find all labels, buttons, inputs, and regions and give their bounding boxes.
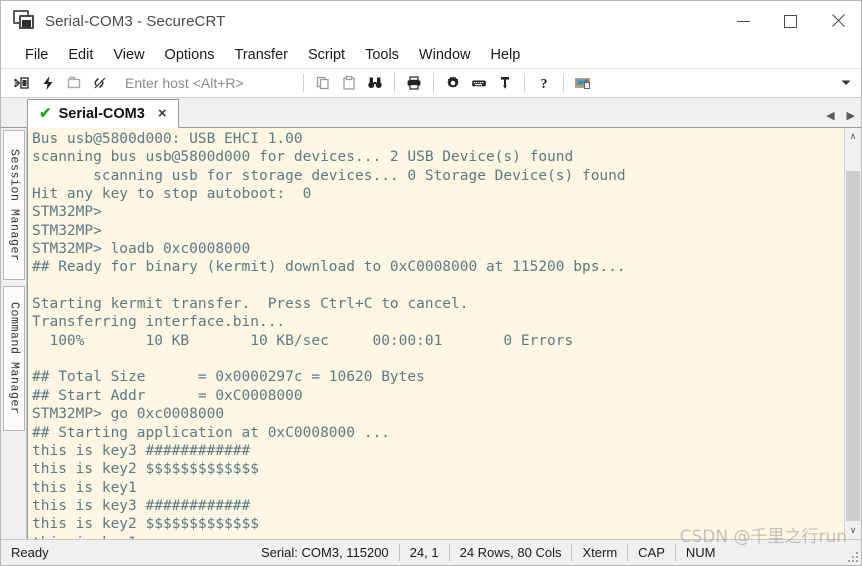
status-dimensions: 24 Rows, 80 Cols [459, 545, 562, 560]
close-icon [831, 14, 845, 28]
tab-strip: ✔ Serial-COM3 × ◀ ▶ [1, 98, 861, 128]
terminal-line: STM32MP> [32, 222, 102, 239]
terminal-scrollbar[interactable]: ∧ ∨ [844, 128, 861, 539]
menu-view[interactable]: View [103, 44, 154, 66]
status-cursor-position: 24, 1 [409, 545, 439, 560]
menu-help[interactable]: Help [481, 44, 531, 66]
terminal-line: Hit any key to stop autoboot: 0 [32, 186, 312, 203]
title-bar: Serial-COM3 - SecureCRT [1, 1, 861, 41]
menu-window[interactable]: Window [409, 44, 481, 66]
svg-text:?: ? [541, 77, 548, 91]
main-body: Session Manager Command Manager Bus usb@… [1, 128, 861, 539]
terminal-line: ## Starting application at 0xC0008000 ..… [32, 424, 390, 441]
print-icon[interactable] [403, 72, 425, 94]
tab-strip-spacer [1, 98, 27, 127]
tab-navigation: ◀ ▶ [826, 111, 855, 122]
status-emulation: Xterm [582, 545, 618, 560]
terminal-line: ## Total Size = 0x0000297c = 10620 Bytes [32, 369, 425, 386]
maximize-icon [784, 14, 797, 28]
terminal-line: this is key2 $$$$$$$$$$$$$ [32, 461, 259, 478]
keyboard-icon[interactable] [468, 72, 490, 94]
scrollbar-thumb[interactable] [846, 171, 860, 521]
terminal-line: this is key3 ############ [32, 442, 251, 459]
status-caps-lock: CAP [638, 545, 665, 560]
terminal-line: Starting kermit transfer. Press Ctrl+C t… [32, 296, 469, 313]
menu-edit[interactable]: Edit [58, 44, 103, 66]
terminal-line: STM32MP> loadb 0xc0008000 [32, 241, 251, 258]
toolbar-separator-2 [394, 74, 395, 92]
tab-serial-com3[interactable]: ✔ Serial-COM3 × [27, 99, 179, 128]
connect-in-tab-icon[interactable] [63, 72, 85, 94]
terminal-line: STM32MP> [32, 204, 102, 221]
terminal-line: this is key1 [32, 479, 137, 496]
menu-file[interactable]: File [15, 44, 58, 66]
paste-icon[interactable] [338, 72, 360, 94]
terminal-line: scanning bus usb@5800d000 for devices...… [32, 149, 574, 166]
resize-grip[interactable] [846, 550, 858, 562]
scroll-down-button[interactable]: ∨ [845, 522, 861, 539]
toolbar-separator-4 [524, 74, 525, 92]
terminal-line: 100% 10 KB 10 KB/sec 00:00:01 0 Errors [32, 332, 574, 349]
tab-close-icon[interactable]: × [156, 106, 169, 121]
status-num-lock: NUM [685, 545, 716, 560]
toolbar-separator-1 [303, 74, 304, 92]
toolbar-overflow-button[interactable] [839, 76, 853, 90]
status-state: Ready [11, 545, 49, 560]
toolbar-separator-5 [563, 74, 564, 92]
menu-options[interactable]: Options [155, 44, 225, 66]
terminal-line: ## Start Addr = 0xC0008000 [32, 387, 303, 404]
scrollbar-track[interactable] [845, 145, 861, 522]
terminal-line: Bus usb@5800d000: USB EHCI 1.00 [32, 131, 303, 147]
securecrt-window: Serial-COM3 - SecureCRT File Edit View O… [0, 0, 862, 566]
terminal-line: Transferring interface.bin... [32, 314, 286, 331]
window-title: Serial-COM3 - SecureCRT [45, 12, 226, 30]
maximize-button[interactable] [767, 1, 814, 41]
terminal-line: this is key2 $$$$$$$$$$$$$ [32, 516, 259, 533]
tab-scroll-right-icon[interactable]: ▶ [847, 111, 855, 122]
terminal-line: ## Ready for binary (kermit) download to… [32, 259, 626, 276]
copy-icon[interactable] [312, 72, 334, 94]
key-icon[interactable] [494, 72, 516, 94]
terminal-line: STM32MP> go 0xc0008000 [32, 406, 225, 423]
find-icon[interactable] [364, 72, 386, 94]
secure-file-transfer-icon[interactable] [572, 72, 594, 94]
disconnect-icon[interactable] [89, 72, 111, 94]
green-check-icon: ✔ [39, 105, 52, 122]
menu-tools[interactable]: Tools [355, 44, 409, 66]
sidebar-item-label: Command Manager [7, 302, 21, 415]
tab-label: Serial-COM3 [58, 105, 145, 122]
status-bar: Ready Serial: COM3, 115200 24, 1 24 Rows… [1, 539, 861, 565]
connect-icon[interactable] [11, 72, 33, 94]
menu-bar: File Edit View Options Transfer Script T… [1, 41, 861, 69]
close-button[interactable] [814, 1, 861, 41]
securecrt-icon [13, 10, 35, 32]
session-options-icon[interactable] [442, 72, 464, 94]
help-icon[interactable]: ? [533, 72, 555, 94]
host-input[interactable]: Enter host <Alt+R> [117, 75, 297, 91]
status-connection: Serial: COM3, 115200 [261, 545, 389, 560]
terminal-output[interactable]: Bus usb@5800d000: USB EHCI 1.00 scanning … [28, 128, 844, 539]
toolbar: Enter host <Alt+R> ? [1, 69, 861, 98]
terminal-area: Bus usb@5800d000: USB EHCI 1.00 scanning … [27, 128, 861, 539]
minimize-button[interactable] [720, 1, 767, 41]
sidebar-item-label: Session Manager [7, 148, 21, 262]
sidebar-item-session-manager[interactable]: Session Manager [3, 130, 25, 280]
minimize-icon [737, 20, 750, 22]
menu-script[interactable]: Script [298, 44, 355, 66]
tab-scroll-left-icon[interactable]: ◀ [826, 111, 834, 122]
terminal-line: this is key3 ############ [32, 497, 251, 514]
sidebar-item-command-manager[interactable]: Command Manager [3, 286, 25, 431]
toolbar-separator-3 [433, 74, 434, 92]
terminal-line: scanning usb for storage devices... 0 St… [32, 167, 626, 184]
scroll-up-button[interactable]: ∧ [845, 128, 861, 145]
quick-connect-icon[interactable] [37, 72, 59, 94]
side-tab-bar: Session Manager Command Manager [1, 128, 27, 539]
menu-transfer[interactable]: Transfer [225, 44, 298, 66]
window-controls [720, 1, 861, 41]
